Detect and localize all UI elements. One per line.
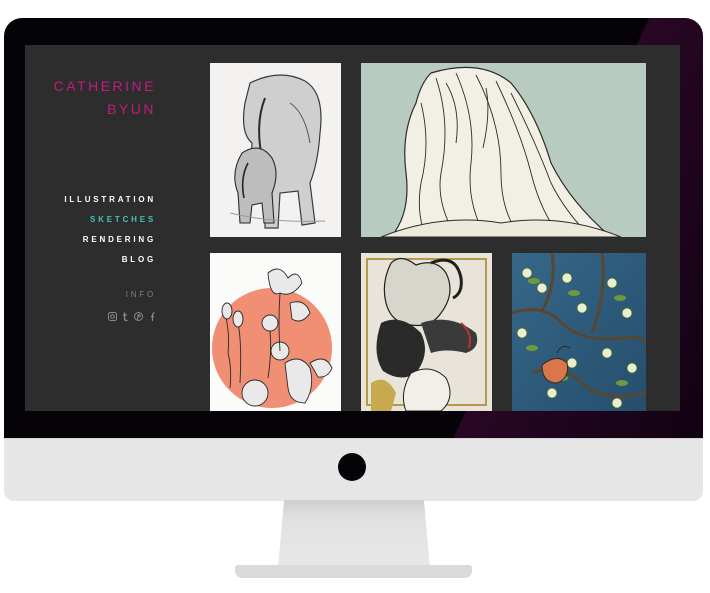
site-title-line2: BYUN	[107, 101, 156, 117]
site-title-line1: CATHERINE	[53, 78, 156, 94]
main-nav: ILLUSTRATION SKETCHES RENDERING BLOG	[64, 190, 156, 270]
tumblr-icon[interactable]	[121, 312, 130, 322]
artwork-goat[interactable]	[361, 253, 492, 411]
info-link[interactable]: INFO	[126, 290, 156, 299]
nav-item-sketches[interactable]: SKETCHES	[64, 210, 156, 230]
monitor-stand-neck	[278, 500, 430, 568]
artwork-bird-branch[interactable]	[512, 253, 646, 411]
monitor-stand-foot	[235, 565, 472, 578]
artwork-hair[interactable]	[361, 63, 646, 237]
facebook-icon[interactable]	[147, 312, 156, 321]
instagram-icon[interactable]	[108, 312, 117, 321]
artwork-elephant[interactable]	[210, 63, 341, 237]
nav-item-illustration[interactable]: ILLUSTRATION	[64, 190, 156, 210]
artwork-flowers[interactable]	[210, 253, 341, 411]
site-title[interactable]: CATHERINE BYUN	[54, 75, 156, 121]
pinterest-icon[interactable]	[134, 312, 143, 321]
social-links	[108, 312, 156, 322]
apple-logo-dot	[338, 453, 366, 481]
nav-item-rendering[interactable]: RENDERING	[64, 230, 156, 250]
nav-item-blog[interactable]: BLOG	[64, 250, 156, 270]
